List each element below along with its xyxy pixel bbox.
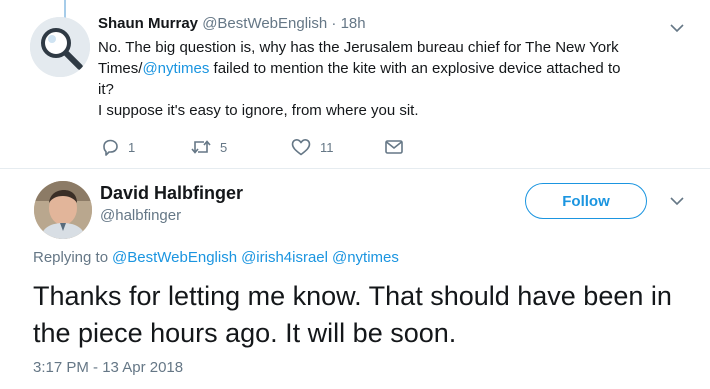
tweet-text: Thanks for letting me know. That should … [33, 281, 672, 348]
mention-link[interactable]: @nytimes [332, 249, 399, 266]
reply-button[interactable]: 1 [100, 135, 135, 159]
tweet-text-line: No. The big question is, why has the Jer… [98, 39, 619, 56]
mention-link[interactable]: @BestWebEnglish [112, 249, 237, 266]
tweet-text-line: Times/@nytimes failed to mention the kit… [98, 58, 688, 79]
envelope-icon [385, 140, 403, 154]
author-name[interactable]: Shaun Murray [98, 15, 198, 32]
retweet-button[interactable]: 5 [190, 135, 227, 159]
author-handle[interactable]: @BestWebEnglish [202, 15, 327, 32]
like-button[interactable]: 11 [290, 135, 334, 159]
magnifier-avatar-image [30, 17, 90, 77]
mention-link[interactable]: @nytimes [142, 60, 209, 77]
reply-icon [103, 139, 118, 156]
parent-tweet-text: No. The big question is, why has the Jer… [98, 37, 688, 121]
avatar[interactable] [34, 181, 92, 239]
replying-to: Replying to @BestWebEnglish @irish4israel @… [33, 248, 403, 268]
tweet-divider [0, 168, 710, 169]
author-handle[interactable]: @halbfinger [100, 206, 181, 226]
follow-button[interactable]: Follow [525, 183, 647, 219]
tweet-time[interactable]: 18h [341, 15, 366, 32]
avatar[interactable] [30, 17, 90, 77]
parent-tweet-header: Shaun Murray @BestWebEnglish · 18h [98, 13, 366, 35]
tweet-text-fragment: failed to mention the kite with an explo… [209, 60, 621, 77]
retweet-count: 5 [220, 139, 228, 155]
replying-to-label: Replying to [33, 249, 109, 266]
author-photo-image [34, 181, 92, 239]
chevron-down-icon[interactable] [670, 196, 684, 206]
tweet-text-line: I suppose it's easy to ignore, from wher… [98, 102, 419, 119]
like-count: 11 [320, 139, 334, 155]
tweet-text-fragment: Times/ [98, 60, 143, 77]
mention-link[interactable]: @irish4israel [241, 249, 328, 266]
tweet-text-line: it? [98, 81, 114, 98]
retweet-icon [191, 140, 211, 154]
reply-count: 1 [128, 139, 136, 155]
separator-dot: · [331, 15, 337, 32]
tweet-timestamp[interactable]: 3:17 PM - 13 Apr 2018 [33, 358, 183, 378]
author-name[interactable]: David Halbfinger [100, 181, 243, 205]
heart-icon [291, 139, 311, 156]
chevron-down-icon[interactable] [670, 23, 684, 33]
direct-message-button[interactable] [384, 135, 412, 159]
